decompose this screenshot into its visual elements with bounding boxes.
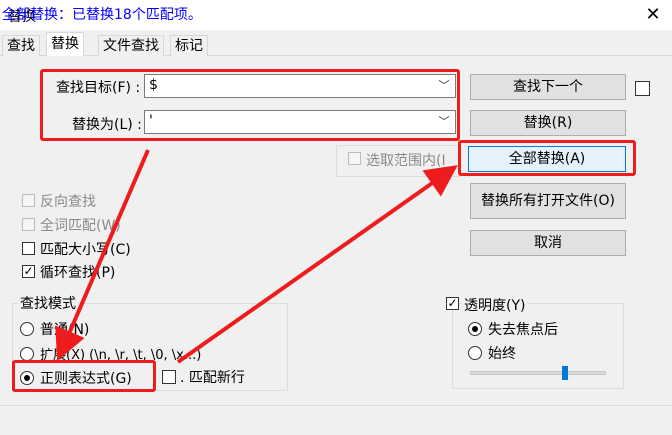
arrow-to-replace-all	[176, 165, 458, 364]
status-text: 全部替换：已替换18个匹配项。	[2, 7, 202, 23]
status-bar	[0, 405, 672, 435]
annotation-arrows	[55, 149, 458, 364]
arrow-to-regex	[55, 149, 150, 362]
tab-replace[interactable]: 替换	[46, 32, 84, 56]
